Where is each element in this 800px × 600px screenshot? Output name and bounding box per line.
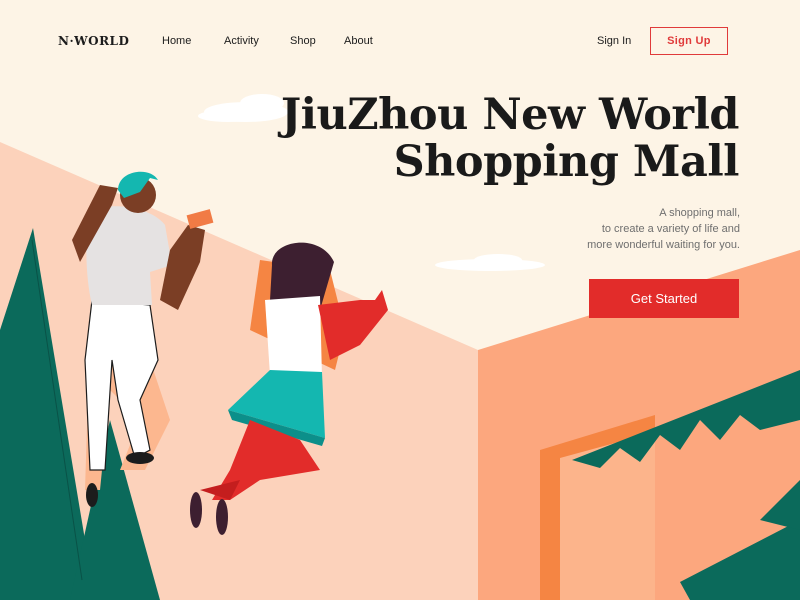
nav-link-home[interactable]: Home [162,35,191,47]
nav-link-shop[interactable]: Shop [290,35,316,47]
hero-subtitle: A shopping mall, to create a variety of … [587,205,740,253]
hero-subtitle-line3: more wonderful waiting for you. [587,239,740,251]
brand-logo[interactable]: N·WORLD [58,34,129,48]
get-started-button[interactable]: Get Started [589,279,739,318]
nav-link-about[interactable]: About [344,35,373,47]
nav-link-activity[interactable]: Activity [224,35,259,47]
hero-title: JiuZhou New World Shopping Mall [280,90,740,187]
hero-subtitle-line1: A shopping mall, [659,207,740,219]
hero-title-line1: JiuZhou New World [280,90,740,140]
sign-in-link[interactable]: Sign In [597,35,631,47]
hero-title-line2: Shopping Mall [393,137,740,187]
top-nav: N·WORLD Home Activity Shop About Sign In… [0,0,800,84]
landing-page: N·WORLD Home Activity Shop About Sign In… [0,0,800,600]
hero-subtitle-line2: to create a variety of life and [601,223,740,235]
sign-up-button[interactable]: Sign Up [650,27,728,55]
cloud-left [198,94,288,122]
cloud-right [435,254,545,271]
